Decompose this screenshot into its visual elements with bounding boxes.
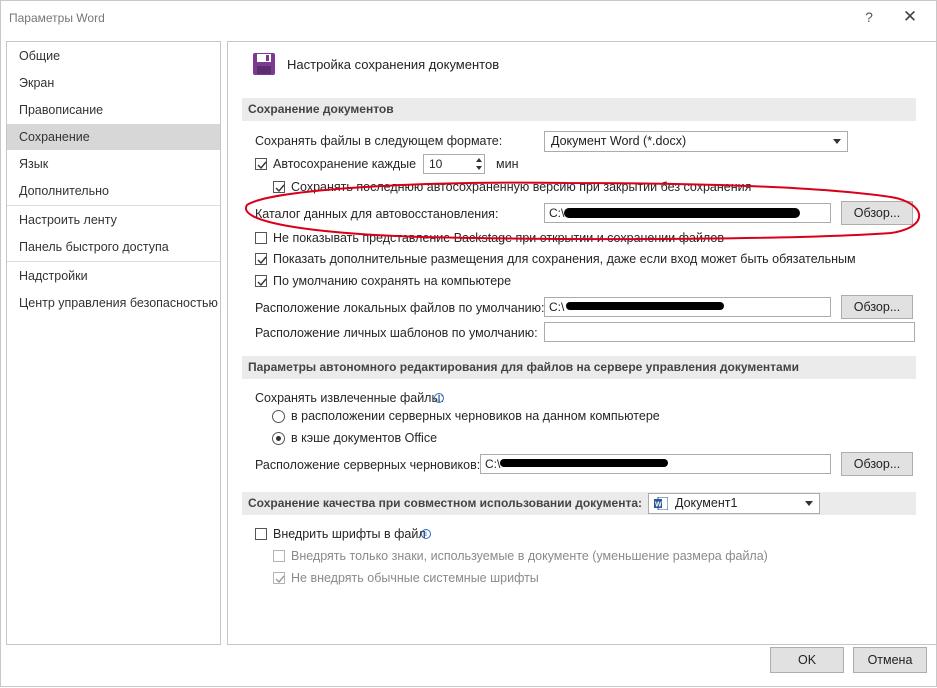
show-more-locations-checkbox[interactable] xyxy=(255,253,267,265)
no-backstage-checkbox[interactable] xyxy=(255,232,267,244)
browse-server-drafts-button[interactable]: Обзор... xyxy=(841,452,913,476)
autorecover-label: Каталог данных для автовосстановления: xyxy=(255,207,499,221)
nav-item-general[interactable]: Общие xyxy=(7,43,220,69)
checkmark-icon xyxy=(257,256,267,265)
keep-last-autosave-label: Сохранять последнюю автосохраненную верс… xyxy=(291,180,752,194)
templates-label: Расположение личных шаблонов по умолчани… xyxy=(255,326,538,340)
info-icon: i xyxy=(421,529,431,539)
save-extracted-label: Сохранять извлеченные файлы: xyxy=(255,391,444,405)
help-icon[interactable]: ? xyxy=(861,9,877,25)
stepper-up-icon[interactable] xyxy=(476,158,482,162)
checkmark-icon xyxy=(275,575,285,584)
radio-server-drafts[interactable] xyxy=(272,410,285,423)
options-dialog: Параметры Word ? ✕ Общие Экран Правописа… xyxy=(0,0,937,687)
radio-server-drafts-label: в расположении серверных черновиков на д… xyxy=(291,409,660,423)
autosave-minutes-value: 10 xyxy=(429,157,443,171)
checkmark-icon xyxy=(257,161,267,170)
nav-item-customize-ribbon[interactable]: Настроить ленту xyxy=(7,207,220,233)
autosave-label: Автосохранение каждые xyxy=(273,157,417,171)
autosave-minutes-stepper[interactable]: 10 xyxy=(423,154,485,174)
svg-text:W: W xyxy=(655,502,662,509)
word-document-icon: W xyxy=(654,497,668,510)
settings-panel: Настройка сохранения документов Сохранен… xyxy=(227,41,937,645)
format-label: Сохранять файлы в следующем формате: xyxy=(255,134,503,148)
redaction-mark xyxy=(500,459,668,467)
no-backstage-label: Не показывать представление Backstage пр… xyxy=(273,231,724,245)
server-drafts-path-value: C:\ xyxy=(485,457,501,471)
section-save-documents: Сохранение документов xyxy=(242,98,916,121)
title-bar: Параметры Word ? ✕ xyxy=(1,1,936,35)
embed-fonts-checkbox[interactable] xyxy=(255,528,267,540)
info-icon: i xyxy=(434,393,444,403)
nav-item-save[interactable]: Сохранение xyxy=(7,124,220,150)
no-common-fonts-checkbox[interactable] xyxy=(273,572,285,584)
nav-item-addins[interactable]: Надстройки xyxy=(7,263,220,289)
server-drafts-label: Расположение серверных черновиков: xyxy=(255,458,481,472)
templates-path-field[interactable] xyxy=(544,322,915,342)
document-dropdown[interactable]: W Документ1 xyxy=(648,493,820,514)
local-files-label: Расположение локальных файлов по умолчан… xyxy=(255,301,545,315)
autosave-unit: мин xyxy=(496,157,519,171)
nav-item-display[interactable]: Экран xyxy=(7,70,220,96)
chevron-down-icon xyxy=(805,501,813,506)
radio-office-cache-label: в кэше документов Office xyxy=(291,431,438,445)
local-files-path-value: C:\ xyxy=(549,300,565,314)
browse-autorecover-button[interactable]: Обзор... xyxy=(841,201,913,225)
nav-divider xyxy=(7,261,220,262)
browse-local-files-button[interactable]: Обзор... xyxy=(841,295,913,319)
redaction-mark xyxy=(564,208,800,218)
nav-item-trust-center[interactable]: Центр управления безопасностью xyxy=(7,290,220,316)
save-to-computer-checkbox[interactable] xyxy=(255,275,267,287)
nav-item-proofing[interactable]: Правописание xyxy=(7,97,220,123)
nav-item-quick-access[interactable]: Панель быстрого доступа xyxy=(7,234,220,260)
embed-fonts-label: Внедрить шрифты в файл xyxy=(273,527,426,541)
checkmark-icon xyxy=(275,184,285,193)
section-offline-editing: Параметры автономного редактирования для… xyxy=(242,356,916,379)
section-quality-title: Сохранение качества при совместном испол… xyxy=(248,496,643,510)
redaction-mark xyxy=(566,302,724,310)
nav-item-advanced[interactable]: Дополнительно xyxy=(7,178,220,204)
category-nav: Общие Экран Правописание Сохранение Язык… xyxy=(6,41,221,645)
chevron-down-icon xyxy=(833,139,841,144)
stepper-down-icon[interactable] xyxy=(476,166,482,170)
radio-office-cache[interactable] xyxy=(272,432,285,445)
ok-button[interactable]: OK xyxy=(770,647,844,673)
document-dropdown-value: Документ1 xyxy=(675,496,738,510)
format-dropdown[interactable]: Документ Word (*.docx) xyxy=(544,131,848,152)
embed-only-used-label: Внедрять только знаки, используемые в до… xyxy=(291,549,768,563)
no-common-fonts-label: Не внедрять обычные системные шрифты xyxy=(291,571,539,585)
autosave-checkbox[interactable] xyxy=(255,158,267,170)
embed-only-used-checkbox[interactable] xyxy=(273,550,285,562)
save-to-computer-label: По умолчанию сохранять на компьютере xyxy=(273,274,512,288)
checkmark-icon xyxy=(257,278,267,287)
window-title: Параметры Word xyxy=(9,11,105,25)
autorecover-path-value: C:\ xyxy=(549,206,565,220)
page-title: Настройка сохранения документов xyxy=(287,57,500,72)
floppy-disk-icon xyxy=(253,53,275,75)
nav-divider xyxy=(7,205,220,206)
radio-selected-dot xyxy=(276,436,281,441)
nav-item-language[interactable]: Язык xyxy=(7,151,220,177)
keep-last-autosave-checkbox[interactable] xyxy=(273,181,285,193)
format-dropdown-value: Документ Word (*.docx) xyxy=(551,134,687,148)
close-icon[interactable]: ✕ xyxy=(899,7,921,27)
cancel-button[interactable]: Отмена xyxy=(853,647,927,673)
show-more-locations-label: Показать дополнительные размещения для с… xyxy=(273,252,856,266)
